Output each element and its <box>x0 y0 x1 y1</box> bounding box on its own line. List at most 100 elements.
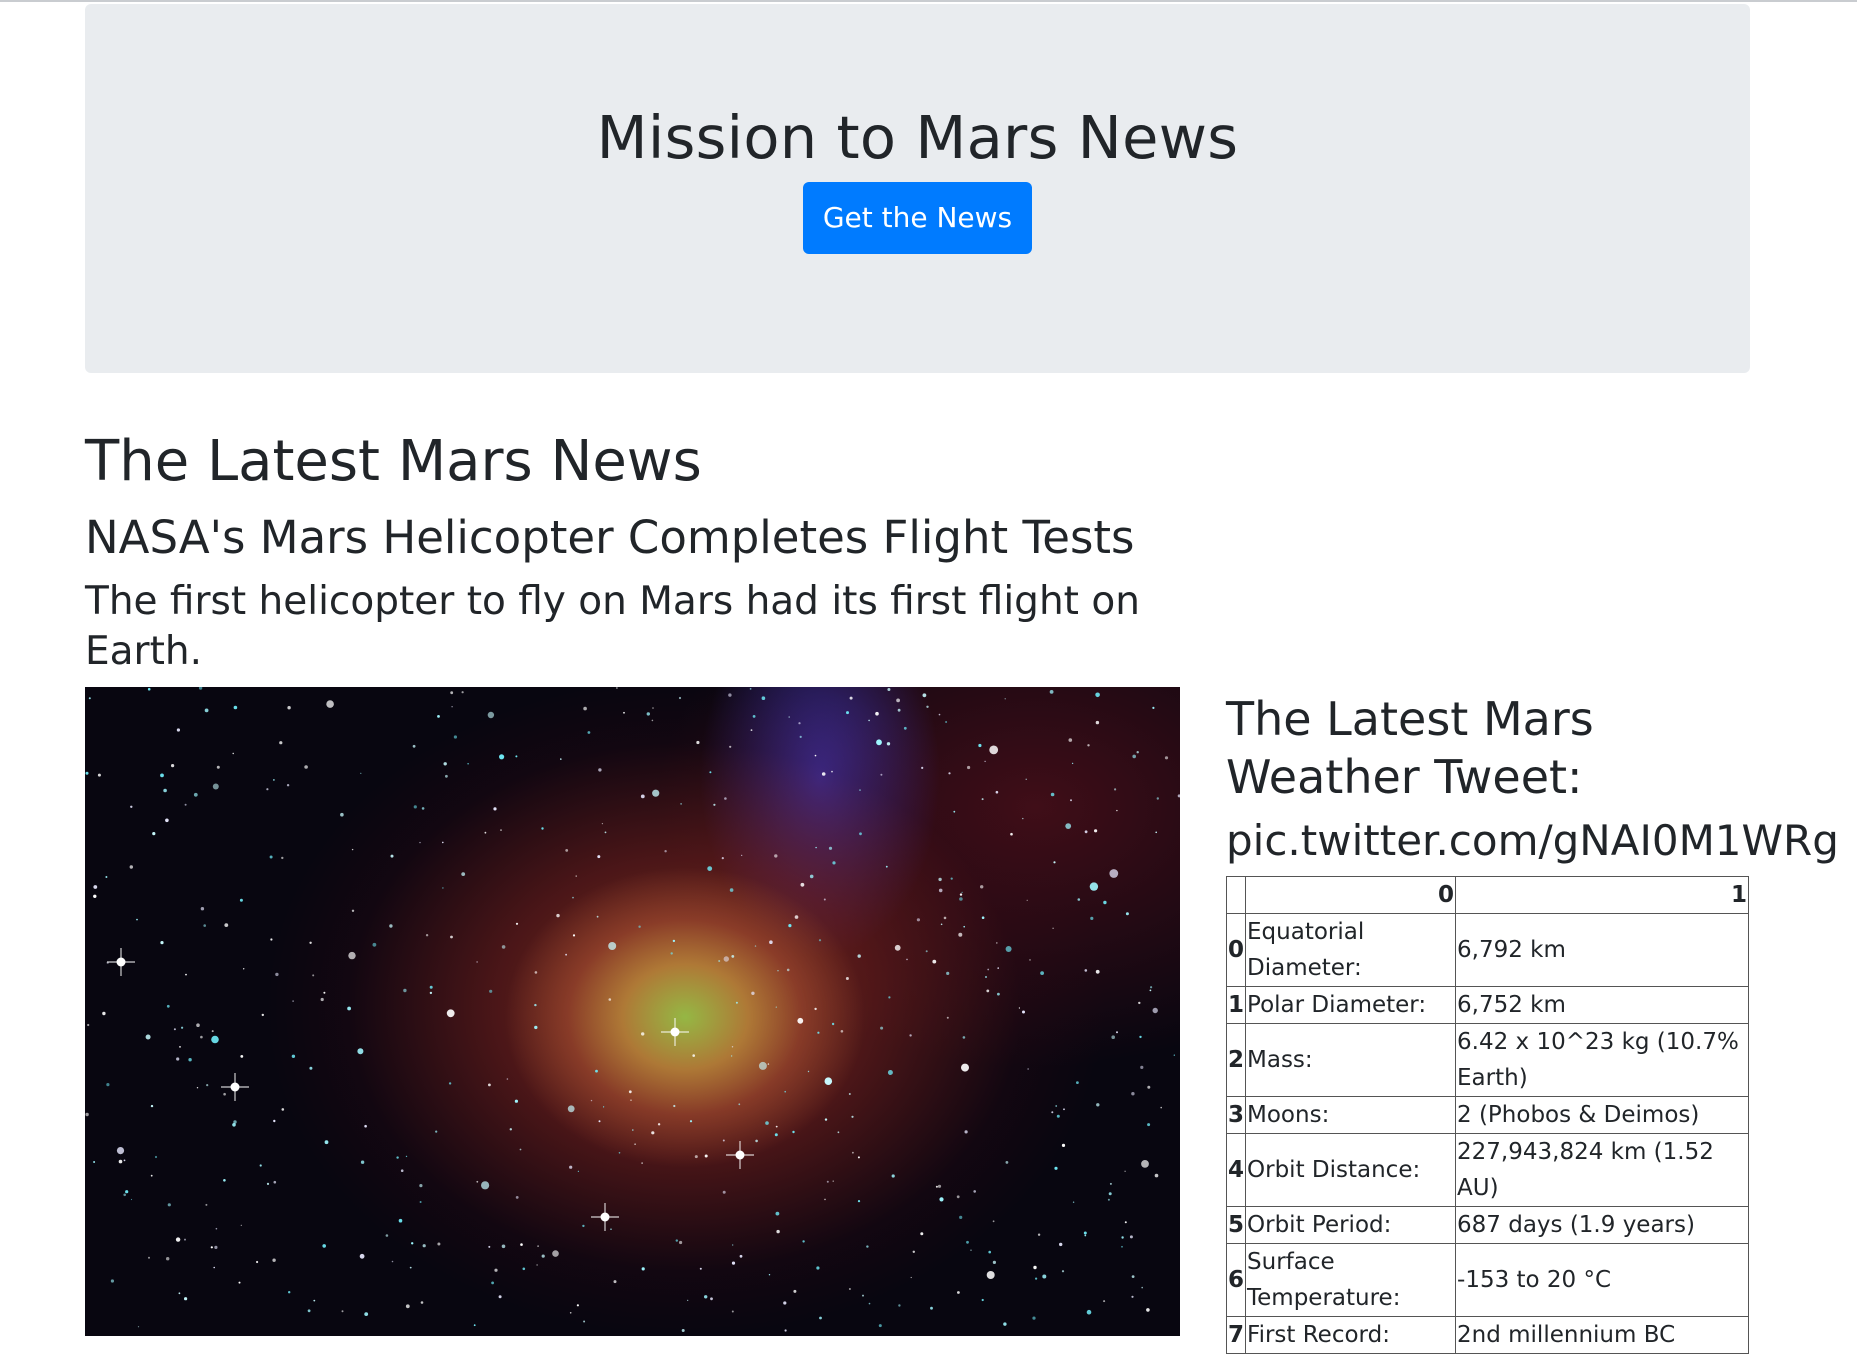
star <box>1042 1274 1047 1279</box>
featured-mars-image <box>85 687 1180 1336</box>
star <box>959 897 963 901</box>
star <box>309 1066 313 1070</box>
star <box>963 925 965 928</box>
star <box>891 1174 895 1178</box>
star <box>1095 720 1100 725</box>
star <box>1037 1233 1041 1236</box>
star <box>831 770 833 773</box>
star <box>916 918 921 922</box>
star <box>515 755 518 758</box>
star <box>501 1244 506 1249</box>
star <box>445 774 448 778</box>
table-row: 7 First Record: 2nd millennium BC <box>1225 1316 1749 1354</box>
star <box>287 706 291 710</box>
weather-tweet-heading: The Latest Mars Weather Tweet: <box>1226 692 1594 804</box>
star <box>154 1155 158 1159</box>
star <box>730 1055 733 1057</box>
star <box>150 1174 153 1177</box>
star <box>223 1092 226 1096</box>
star <box>932 959 937 964</box>
star <box>494 1268 498 1272</box>
star <box>981 798 984 801</box>
star <box>641 1162 643 1164</box>
star <box>1054 1166 1058 1170</box>
latest-news-heading: The Latest Mars News <box>85 429 702 494</box>
star <box>731 1046 734 1048</box>
star <box>214 1245 218 1249</box>
star <box>962 1036 966 1039</box>
star <box>906 958 908 961</box>
star <box>1040 971 1044 975</box>
star <box>85 771 89 775</box>
star <box>885 865 888 868</box>
star <box>718 960 721 962</box>
star <box>689 1120 693 1123</box>
star <box>176 1057 180 1061</box>
star <box>87 1023 90 1027</box>
star <box>266 788 269 791</box>
star <box>1025 778 1027 780</box>
star <box>618 1152 621 1154</box>
star <box>996 942 998 944</box>
star <box>224 923 229 927</box>
star <box>215 1227 218 1230</box>
star <box>405 1304 410 1309</box>
star <box>678 696 682 700</box>
fact-label: Orbit Period: <box>1245 1206 1457 1244</box>
star <box>240 1055 244 1058</box>
star <box>815 846 817 849</box>
star <box>240 1224 242 1226</box>
star <box>261 1013 264 1017</box>
star <box>1108 1192 1112 1196</box>
star <box>921 766 924 769</box>
star <box>798 722 801 725</box>
star <box>193 792 198 797</box>
star <box>288 1291 291 1294</box>
star <box>956 1195 960 1199</box>
star <box>1027 1068 1029 1070</box>
star <box>165 818 169 823</box>
star <box>1003 1322 1007 1326</box>
star <box>880 1026 884 1030</box>
star <box>997 992 1000 996</box>
star <box>623 711 625 714</box>
star <box>1068 738 1073 742</box>
star <box>184 1238 186 1241</box>
star <box>422 1244 426 1248</box>
star <box>1035 1277 1038 1280</box>
star <box>597 855 601 859</box>
star <box>313 1299 316 1302</box>
star <box>938 713 941 716</box>
star <box>575 875 577 877</box>
star <box>488 1245 491 1248</box>
star <box>1084 969 1088 972</box>
star <box>1136 751 1139 754</box>
star <box>203 924 206 927</box>
star <box>1095 692 1100 698</box>
star <box>326 700 334 708</box>
star <box>93 1161 96 1163</box>
star <box>272 1258 276 1262</box>
star <box>687 1299 689 1301</box>
star <box>389 924 393 928</box>
star <box>809 874 814 879</box>
star <box>988 1250 991 1254</box>
star <box>160 773 164 778</box>
fact-label: Surface Temperature: <box>1245 1243 1457 1317</box>
star <box>987 968 990 971</box>
star <box>1070 799 1072 802</box>
star <box>1065 823 1072 829</box>
star <box>775 1006 777 1008</box>
star <box>670 952 673 955</box>
star <box>1103 1300 1106 1303</box>
star <box>750 729 753 731</box>
star <box>961 1063 969 1072</box>
star <box>97 773 101 777</box>
get-news-button[interactable]: Get the News <box>803 182 1032 254</box>
star <box>1132 754 1136 759</box>
star <box>997 967 999 969</box>
star <box>130 805 133 808</box>
fact-value: 6.42 x 10^23 kg (10.7% Earth) <box>1455 1023 1749 1097</box>
star <box>1076 1081 1079 1084</box>
star <box>281 1108 285 1111</box>
